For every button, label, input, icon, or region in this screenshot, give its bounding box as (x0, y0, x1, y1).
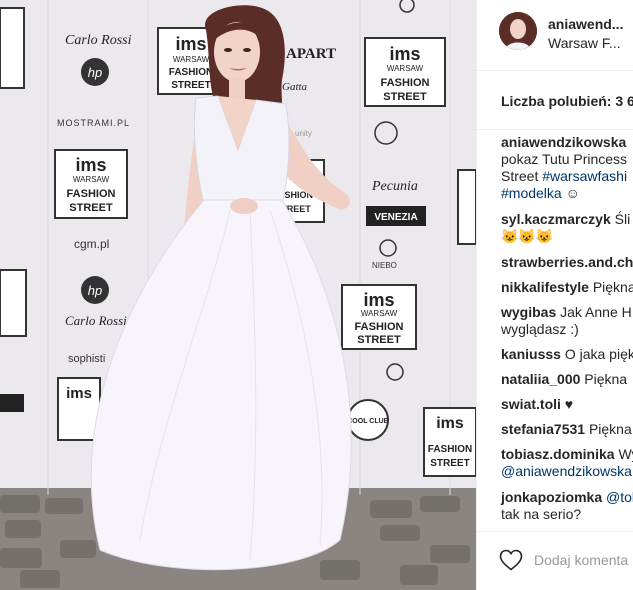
photo-scene: ims WARSAW FASHION STREET ims WARSAW FAS… (0, 0, 476, 590)
comment: @aniawendzikowska (501, 462, 632, 481)
avatar-image (499, 12, 537, 50)
svg-text:ims: ims (389, 44, 420, 64)
comment: stefania7531 Piękna (501, 420, 632, 439)
svg-text:STREET: STREET (383, 91, 427, 103)
backdrop-logo-ims: ims FASHION STREET (423, 407, 476, 477)
post-photo[interactable]: ims WARSAW FASHION STREET ims WARSAW FAS… (0, 0, 476, 590)
hashtag-link[interactable]: #warsawfashi (542, 168, 627, 184)
cat-emoji-icon: 😺😺😺 (501, 228, 554, 244)
svg-text:COOL CLUB: COOL CLUB (347, 418, 388, 425)
ims-text: ims (175, 34, 206, 54)
svg-text:STREET: STREET (69, 202, 113, 214)
comment-username[interactable]: syl.kaczmarczyk (501, 211, 611, 227)
comment: nikkalifestyle Piękna (501, 278, 633, 297)
comment: swiat.toli ♥ (501, 395, 573, 414)
likes-section: Liczba polubień: 3 6 (477, 70, 633, 130)
comment-text: Piękna (585, 421, 632, 437)
mention-link[interactable]: @tol (602, 489, 633, 505)
svg-text:ims: ims (75, 155, 106, 175)
hp-logo: hp (81, 58, 109, 86)
caption-line: #modelka ☺ (501, 184, 580, 203)
comment-username[interactable]: kaniusss (501, 346, 561, 362)
mostrami-logo: MOSTRAMI.PL (57, 118, 130, 128)
comment-username[interactable]: tobiasz.dominika (501, 446, 615, 462)
backdrop-logo-ims: ims (57, 377, 101, 441)
comment: kaniusss O jaka pięk (501, 345, 633, 364)
comment-username[interactable]: nataliia_000 (501, 371, 580, 387)
instagram-post: ims WARSAW FASHION STREET ims WARSAW FAS… (0, 0, 633, 590)
comment-text: Śli (610, 211, 631, 227)
svg-text:STREET: STREET (357, 334, 401, 346)
comment-text: O jaka pięk (560, 346, 633, 362)
backdrop-logo-ims: ims WARSAW FASHION STREET (54, 149, 128, 219)
post-header: aniawend... Warsaw F... (477, 0, 633, 70)
niebo-logo: NIEBO (372, 261, 397, 270)
comment-username[interactable]: wygibas (501, 304, 556, 320)
likes-count[interactable]: Liczba polubień: 3 6 (501, 93, 633, 109)
comment-text: Piękna (588, 279, 633, 295)
post-side-panel: aniawend... Warsaw F... Liczba polubień:… (476, 0, 633, 590)
gatta-logo: Gatta (282, 81, 308, 93)
mention-link[interactable]: @aniawendzikowska (501, 463, 632, 479)
svg-text:ims: ims (363, 290, 394, 310)
comment-text: Jak Anne H (556, 304, 632, 320)
comment-username[interactable]: strawberries.and.cha (501, 254, 633, 270)
comment-text: Piękna (580, 371, 628, 387)
comment-username[interactable]: stefania7531 (501, 421, 585, 437)
add-comment-input[interactable] (534, 552, 633, 568)
sophisti-logo: sophisti (68, 353, 105, 365)
caption-text: pokaz Tutu Princess (501, 151, 628, 167)
svg-text:WARSAW: WARSAW (387, 64, 424, 73)
heart-outline-icon[interactable] (499, 549, 523, 571)
comment-text: wyglądasz :) (501, 321, 579, 337)
svg-text:FASHION: FASHION (428, 444, 472, 455)
comment: 😺😺😺 (501, 227, 553, 246)
comment: nataliia_000 Piękna (501, 370, 627, 389)
svg-text:unity: unity (295, 129, 312, 138)
svg-text:hp: hp (88, 65, 102, 80)
svg-text:ims: ims (436, 415, 464, 432)
svg-text:WARSAW: WARSAW (361, 309, 398, 318)
svg-text:FASHION: FASHION (355, 321, 404, 333)
svg-text:WARSAW: WARSAW (173, 55, 210, 64)
header-location[interactable]: Warsaw F... (548, 35, 621, 51)
comment-username[interactable]: nikkalifestyle (501, 279, 589, 295)
pecunia-logo: Pecunia (371, 179, 418, 194)
svg-text:STREET: STREET (171, 80, 210, 91)
smile-emoji-icon: ☺ (565, 185, 580, 201)
hashtag-link[interactable]: #modelka (501, 185, 562, 201)
comment-username[interactable]: swiat.toli (501, 396, 561, 412)
venezia-logo (0, 394, 24, 412)
comment: strawberries.and.cha (501, 253, 633, 272)
post-footer (477, 531, 633, 590)
hp-logo: hp (81, 276, 109, 304)
comment-text: Wy (618, 446, 633, 462)
cgm-logo: cgm.pl (74, 237, 109, 251)
comment-username[interactable]: jonkapoziomka (501, 489, 602, 505)
comment: wyglądasz :) (501, 320, 579, 339)
heart-emoji-icon: ♥ (560, 396, 574, 412)
backdrop-logo-ims: ims WARSAW FASHION STREET (341, 284, 417, 350)
svg-text:FASHION: FASHION (67, 188, 116, 200)
comment-text: tak na serio? (501, 506, 582, 522)
svg-text:VENEZIA: VENEZIA (374, 212, 417, 223)
svg-text:hp: hp (88, 283, 102, 298)
comment: tak na serio? (501, 505, 581, 524)
backdrop-logo-ims: ims WARSAW FASHION STREET (364, 37, 446, 107)
cool-club-logo: COOL CLUB (347, 399, 389, 441)
apart-logo: APART (286, 46, 336, 62)
caption-username[interactable]: aniawendzikowska (501, 134, 626, 150)
svg-text:WARSAW: WARSAW (73, 175, 110, 184)
venezia-logo: VENEZIA (366, 206, 426, 226)
avatar[interactable] (499, 12, 537, 50)
carlo-rossi-logo: Carlo Rossi (65, 33, 132, 48)
svg-text:ims: ims (66, 385, 92, 402)
svg-text:STREET: STREET (430, 458, 469, 469)
svg-text:FASHION: FASHION (169, 67, 213, 78)
svg-text:FASHION: FASHION (381, 77, 430, 89)
header-username[interactable]: aniawend... (548, 16, 623, 32)
carlo-rossi-logo: Carlo Rossi (65, 313, 127, 328)
